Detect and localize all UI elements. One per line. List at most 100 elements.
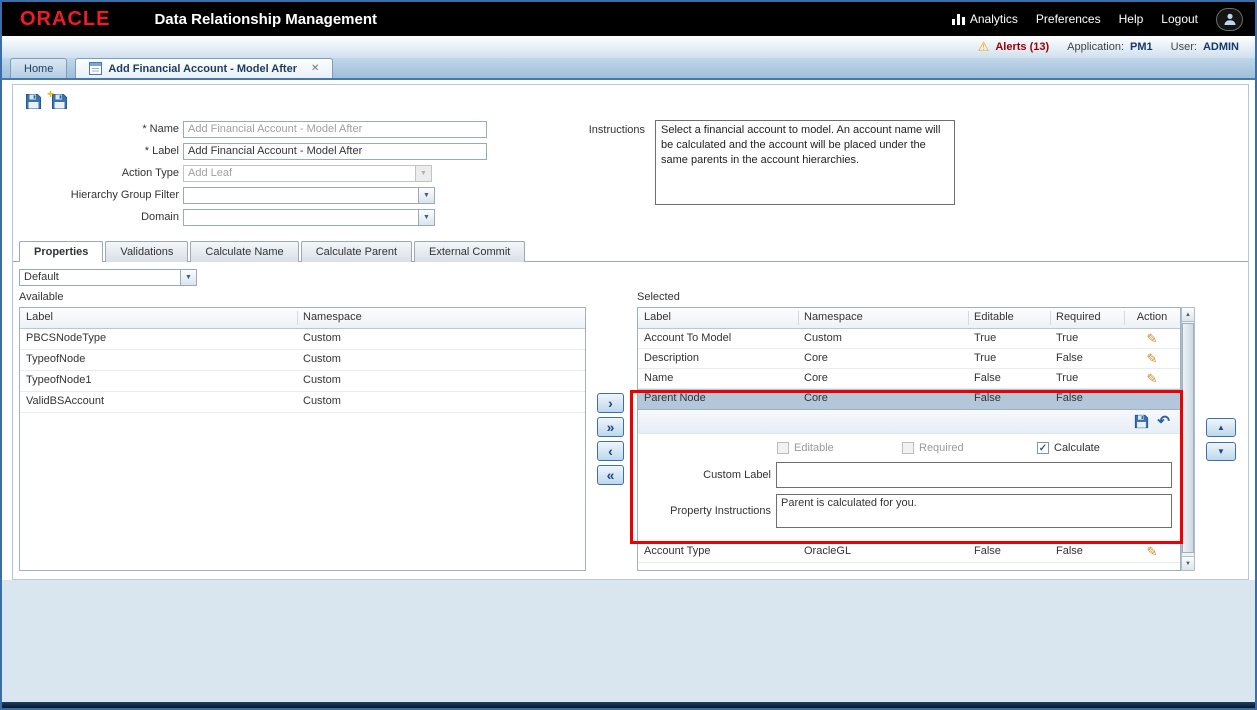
available-row[interactable]: TypeofNode1 Custom bbox=[20, 371, 585, 392]
chevron-down-icon[interactable]: ▼ bbox=[418, 210, 434, 225]
available-row[interactable]: ValidBSAccount Custom bbox=[20, 392, 585, 413]
alerts-link[interactable]: Alerts (13) bbox=[995, 41, 1049, 53]
property-editable: False bbox=[974, 372, 1001, 384]
move-up-button[interactable]: ▲ bbox=[1206, 418, 1236, 437]
analytics-link[interactable]: Analytics bbox=[951, 12, 1018, 26]
bar-chart-icon bbox=[951, 13, 965, 25]
custom-label-label: Custom Label bbox=[703, 469, 771, 481]
application-label: Application: bbox=[1067, 41, 1125, 53]
scrollbar[interactable]: ▲ ▼ bbox=[1181, 307, 1195, 571]
domain-dropdown[interactable]: ▼ bbox=[183, 209, 435, 226]
save-button[interactable] bbox=[23, 91, 43, 111]
move-down-button[interactable]: ▼ bbox=[1206, 442, 1236, 461]
move-all-right-button[interactable]: » bbox=[597, 417, 624, 437]
selected-row-account-type[interactable]: Account Type OracleGL False False ✎ bbox=[638, 542, 1180, 563]
tab-calculate-name[interactable]: Calculate Name bbox=[190, 241, 299, 262]
tab-properties[interactable]: Properties bbox=[19, 241, 104, 262]
checkbox-box-icon bbox=[777, 442, 789, 454]
save-icon bbox=[1135, 414, 1149, 429]
scrollbar-thumb[interactable] bbox=[1182, 323, 1194, 553]
property-namespace: Custom bbox=[303, 395, 341, 407]
user-avatar-icon[interactable] bbox=[1216, 7, 1243, 31]
top-menu: Analytics Preferences Help Logout bbox=[951, 7, 1243, 31]
property-namespace: Core bbox=[804, 372, 828, 384]
help-link[interactable]: Help bbox=[1119, 12, 1144, 26]
selected-title: Selected bbox=[637, 291, 680, 303]
required-checkbox: Required bbox=[902, 442, 964, 454]
property-required: True bbox=[1056, 372, 1079, 384]
column-divider bbox=[798, 311, 799, 325]
available-row[interactable]: TypeofNode Custom bbox=[20, 350, 585, 371]
tab-add-financial-account[interactable]: Add Financial Account - Model After ✕ bbox=[75, 58, 334, 78]
selected-row-name[interactable]: Name Core False True ✎ bbox=[638, 369, 1180, 389]
selected-row-account-to-model[interactable]: Account To Model Custom True True ✎ bbox=[638, 329, 1180, 349]
move-all-left-button[interactable]: « bbox=[597, 465, 624, 485]
save-as-button[interactable]: + bbox=[47, 87, 69, 111]
close-icon[interactable]: ✕ bbox=[311, 63, 319, 74]
column-header-label: Label bbox=[644, 311, 671, 323]
move-left-button[interactable]: ‹ bbox=[597, 441, 624, 461]
edit-icon[interactable]: ✎ bbox=[1126, 331, 1178, 347]
tab-active-label: Add Financial Account - Model After bbox=[108, 62, 297, 75]
preferences-link[interactable]: Preferences bbox=[1036, 12, 1101, 26]
logout-link[interactable]: Logout bbox=[1161, 12, 1198, 26]
scroll-down-icon[interactable]: ▼ bbox=[1182, 556, 1194, 570]
editable-checkbox-label: Editable bbox=[794, 442, 834, 454]
domain-value bbox=[184, 210, 418, 225]
property-label: Account Type bbox=[644, 545, 711, 557]
tab-validations[interactable]: Validations bbox=[105, 241, 189, 262]
selected-row-parent-node[interactable]: Parent Node Core False False bbox=[638, 389, 1180, 410]
name-label: * Name bbox=[142, 123, 179, 135]
edit-icon[interactable]: ✎ bbox=[1126, 351, 1178, 367]
move-right-button[interactable]: › bbox=[597, 393, 624, 413]
property-category-value: Default bbox=[24, 271, 59, 283]
property-label: Description bbox=[644, 352, 700, 364]
label-input[interactable]: Add Financial Account - Model After bbox=[183, 143, 487, 160]
label-label: * Label bbox=[144, 145, 179, 157]
tab-home-label: Home bbox=[24, 62, 54, 75]
property-required: False bbox=[1056, 545, 1083, 557]
property-instructions-input[interactable]: Parent is calculated for you. bbox=[776, 494, 1172, 528]
property-label: ValidBSAccount bbox=[26, 395, 105, 407]
editor-panel: + * Name * Label Action Type Hierarchy G… bbox=[12, 84, 1249, 580]
tab-home[interactable]: Home bbox=[10, 58, 68, 78]
chevron-left-icon: ‹ bbox=[608, 443, 613, 459]
editor-toolbar: ↶ bbox=[638, 410, 1180, 434]
property-label: TypeofNode bbox=[26, 353, 86, 365]
action-type-dropdown: Add Leaf ▼ bbox=[183, 165, 432, 182]
checkbox-box-icon bbox=[902, 442, 914, 454]
plus-icon: + bbox=[47, 87, 55, 101]
instructions-textarea[interactable]: Select a financial account to model. An … bbox=[655, 120, 955, 205]
tab-calculate-parent[interactable]: Calculate Parent bbox=[300, 241, 413, 262]
app-window: ORACLE Data Relationship Management Anal… bbox=[0, 0, 1257, 710]
chevron-down-icon: ▼ bbox=[415, 166, 431, 181]
column-header-namespace: Namespace bbox=[804, 311, 863, 323]
column-divider bbox=[968, 311, 969, 325]
edit-icon[interactable]: ✎ bbox=[1126, 544, 1178, 560]
property-label: PBCSNodeType bbox=[26, 332, 107, 344]
custom-label-input[interactable] bbox=[776, 462, 1172, 488]
hierarchy-group-filter-dropdown[interactable]: ▼ bbox=[183, 187, 435, 204]
selected-row-description[interactable]: Description Core True False ✎ bbox=[638, 349, 1180, 369]
chevron-right-icon: › bbox=[608, 395, 613, 411]
hierarchy-group-filter-label: Hierarchy Group Filter bbox=[70, 189, 179, 201]
property-namespace: Custom bbox=[303, 332, 341, 344]
scroll-up-icon[interactable]: ▲ bbox=[1182, 308, 1194, 322]
selected-table: Label Namespace Editable Required Action… bbox=[637, 307, 1181, 571]
edit-icon[interactable]: ✎ bbox=[1126, 371, 1178, 387]
up-arrow-icon: ▲ bbox=[1217, 423, 1225, 432]
property-category-dropdown[interactable]: Default ▼ bbox=[19, 269, 197, 286]
property-editable: False bbox=[974, 392, 1001, 404]
available-row[interactable]: PBCSNodeType Custom bbox=[20, 329, 585, 350]
save-icon bbox=[25, 93, 41, 109]
property-label: TypeofNode1 bbox=[26, 374, 92, 386]
person-icon bbox=[1224, 13, 1235, 25]
chevron-down-icon[interactable]: ▼ bbox=[180, 270, 196, 285]
calculate-checkbox[interactable]: ✓ Calculate bbox=[1037, 442, 1100, 454]
editor-save-button[interactable] bbox=[1134, 414, 1149, 429]
editable-checkbox: Editable bbox=[777, 442, 834, 454]
chevron-down-icon[interactable]: ▼ bbox=[418, 188, 434, 203]
tab-external-commit[interactable]: External Commit bbox=[414, 241, 526, 262]
undo-icon[interactable]: ↶ bbox=[1157, 414, 1170, 429]
action-type-label: Action Type bbox=[121, 167, 179, 179]
